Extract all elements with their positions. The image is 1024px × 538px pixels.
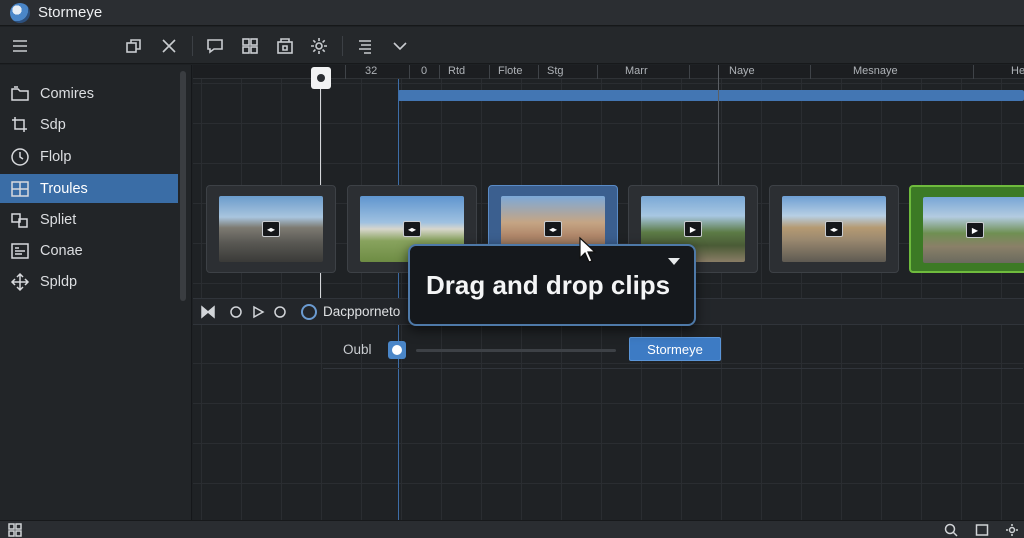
- clip-badge-icon: ◂▸: [403, 221, 421, 237]
- track-name: Dacpporneto: [323, 304, 401, 319]
- ruler-tick: [597, 65, 598, 79]
- sidebar-item-label: Sdp: [40, 116, 66, 133]
- clock-icon: [11, 147, 29, 166]
- clip-5[interactable]: ◂▸: [769, 185, 899, 273]
- sidebar-item-conae[interactable]: Conae: [0, 236, 178, 265]
- stormeye-button[interactable]: Stormeye: [629, 337, 721, 361]
- menu-icon[interactable]: [8, 34, 32, 58]
- clip-badge-icon: ▶: [684, 221, 702, 237]
- clip-badge-icon: ◂▸: [262, 221, 280, 237]
- grid-icon: [11, 180, 29, 197]
- close-icon[interactable]: [157, 34, 181, 58]
- chevron-down-icon[interactable]: [668, 258, 680, 265]
- app-logo-icon: [10, 2, 30, 23]
- ruler-tick: [409, 65, 410, 79]
- ruler-label: Mesnaye: [853, 65, 898, 77]
- sidebar-item-spldp[interactable]: Spldp: [0, 267, 178, 296]
- ruler-tick: [489, 65, 490, 79]
- crop-icon: [12, 116, 27, 132]
- window-icon[interactable]: [975, 523, 989, 537]
- clip-thumbnail: ◂▸: [782, 196, 886, 262]
- slider-knob[interactable]: [388, 341, 406, 359]
- title-bar: Stormeye: [0, 0, 1024, 26]
- ruler-tick: [345, 65, 346, 79]
- sidebar-item-label: Troules: [40, 180, 88, 197]
- sidebar-scrollbar[interactable]: [180, 71, 186, 301]
- clip-1[interactable]: ◂▸: [206, 185, 336, 273]
- ruler-label: Stg: [547, 65, 564, 77]
- grid-icon[interactable]: [238, 34, 262, 58]
- move-icon: [10, 272, 30, 291]
- sidebar: Comires Sdp Flolp Troules Spliet Conae S…: [0, 65, 192, 520]
- ruler-tick: [439, 65, 440, 79]
- sidebar-item-comires[interactable]: Comires: [0, 79, 178, 108]
- sidebar-item-sdp[interactable]: Sdp: [0, 110, 178, 139]
- gear-icon[interactable]: [1005, 523, 1019, 537]
- ruler-label: 0: [421, 65, 428, 77]
- gear-icon[interactable]: [307, 34, 331, 58]
- clip-badge-icon: ◂▸: [544, 221, 562, 237]
- slider-label: Oubl: [343, 342, 372, 357]
- clip-badge-icon: ▶: [966, 222, 984, 238]
- loop-icon[interactable]: [273, 305, 287, 319]
- ruler-label: He: [1011, 65, 1024, 77]
- toolbar: [0, 27, 1024, 64]
- ruler-label: Flote: [498, 65, 523, 77]
- comment-icon[interactable]: [203, 34, 227, 58]
- duplicate-icon[interactable]: [122, 34, 146, 58]
- toolbar-divider: [192, 36, 193, 56]
- tooltip-text: Drag and drop clips: [426, 269, 671, 300]
- layers-icon[interactable]: [273, 34, 297, 58]
- sidebar-item-spliet[interactable]: Spliet: [0, 205, 178, 234]
- video-editor-app: Stormeye Comires Sdp Flolp Troules Splie…: [0, 0, 1024, 538]
- ruler-label: Naye: [729, 65, 755, 77]
- clip-thumbnail: ◂▸: [219, 196, 323, 262]
- sidebar-item-flolp[interactable]: Flolp: [0, 142, 178, 171]
- grid-icon[interactable]: [8, 523, 22, 537]
- ruler-label: Rtd: [448, 65, 466, 77]
- track-property-row: Oubl Stormeye: [323, 333, 1023, 369]
- ruler-tick: [689, 65, 690, 79]
- slider-track[interactable]: [416, 349, 616, 352]
- record-icon[interactable]: [229, 305, 243, 319]
- folder-icon: [11, 85, 29, 101]
- status-bar: [0, 520, 1024, 538]
- sidebar-item-label: Conae: [40, 242, 83, 259]
- ruler-label: 32: [365, 65, 378, 77]
- ruler-label: Marr: [625, 65, 648, 77]
- list-icon: [11, 242, 29, 259]
- clip-badge-icon: ◂▸: [825, 221, 843, 237]
- playhead-handle[interactable]: [311, 67, 331, 89]
- selection-range-bar[interactable]: [398, 90, 1024, 101]
- sidebar-item-label: Spldp: [40, 273, 78, 290]
- search-icon[interactable]: [944, 523, 958, 537]
- track-logo-icon: [301, 303, 317, 320]
- clip-6[interactable]: ▶: [909, 185, 1024, 273]
- bowtie-icon[interactable]: [201, 304, 215, 319]
- ruler-tick: [973, 65, 974, 79]
- ruler-tick: [538, 65, 539, 79]
- sidebar-item-label: Comires: [40, 85, 94, 102]
- sidebar-item-troules[interactable]: Troules: [0, 174, 178, 203]
- sidebar-item-label: Spliet: [40, 211, 77, 228]
- drag-drop-tooltip: Drag and drop clips: [408, 244, 696, 326]
- clip-thumbnail: ▶: [923, 197, 1024, 263]
- timeline-marker: [718, 65, 719, 185]
- play-icon[interactable]: [251, 305, 265, 319]
- sidebar-item-label: Flolp: [40, 148, 72, 165]
- mouse-pointer-icon: [579, 236, 597, 263]
- toolbar-divider: [342, 36, 343, 56]
- align-icon[interactable]: [353, 34, 377, 58]
- split-icon: [11, 212, 28, 228]
- chevron-down-icon[interactable]: [388, 34, 412, 58]
- ruler-tick: [810, 65, 811, 79]
- app-title: Stormeye: [38, 4, 103, 21]
